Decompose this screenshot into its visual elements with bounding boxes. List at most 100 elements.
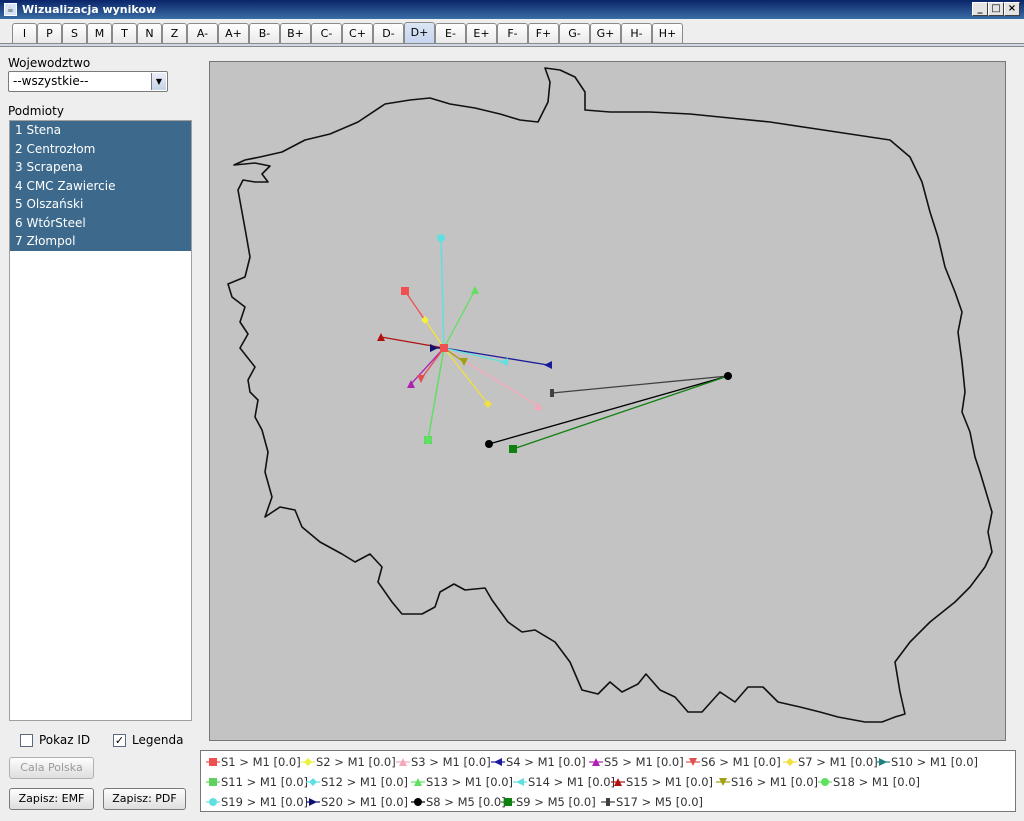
route-marker-s14 xyxy=(500,358,508,366)
tab-a-plus[interactable]: A+ xyxy=(218,23,249,44)
tab-c-minus[interactable]: C- xyxy=(311,23,342,44)
podmioty-list[interactable]: 1 Stena 2 Centrozłom 3 Scrapena 4 CMC Zawie… xyxy=(9,120,192,721)
legend-marker-shape xyxy=(516,778,524,786)
route-line-s13 xyxy=(443,289,476,349)
checkbox-box[interactable] xyxy=(20,734,33,747)
legend-label: S14 > M1 [0.0] xyxy=(528,775,616,789)
legend-marker-shape xyxy=(209,798,217,806)
route-line-s2 xyxy=(424,319,445,349)
minimize-button[interactable]: _ xyxy=(972,2,988,16)
pokaz-id-label: Pokaz ID xyxy=(39,733,91,747)
tab-divider xyxy=(0,43,1024,47)
legend-marker-icon xyxy=(306,798,320,806)
legend-marker-shape xyxy=(209,778,217,786)
legend-marker-shape xyxy=(879,758,887,766)
tab-a-minus[interactable]: A- xyxy=(187,23,218,44)
route-line-s19 xyxy=(440,237,445,349)
tab-d-minus[interactable]: D- xyxy=(373,23,404,44)
legend-marker-shape xyxy=(494,758,502,766)
legend-label: S8 > M5 [0.0] xyxy=(426,795,506,809)
route-line-s8 xyxy=(488,375,729,445)
legend-label: S15 > M1 [0.0] xyxy=(626,775,714,789)
legend-marker-icon xyxy=(396,758,410,766)
tab-f-minus[interactable]: F- xyxy=(497,23,528,44)
tab-p[interactable]: P xyxy=(37,23,62,44)
tab-h-plus[interactable]: H+ xyxy=(652,23,683,44)
podmioty-label: Podmioty xyxy=(8,104,64,118)
route-line-s6 xyxy=(420,347,445,380)
tab-c-plus[interactable]: C+ xyxy=(342,23,373,44)
legend-label: S5 > M1 [0.0] xyxy=(604,755,684,769)
wojewodztwo-label: Wojewodztwo xyxy=(8,56,91,70)
tab-g-minus[interactable]: G- xyxy=(559,23,590,44)
title-bar: ☕ Wizualizacja wynikow _ □ × xyxy=(0,0,1024,19)
legend-label: S18 > M1 [0.0] xyxy=(833,775,921,789)
legend-marker-icon xyxy=(686,758,700,766)
tab-i[interactable]: I xyxy=(12,23,37,44)
tab-h-minus[interactable]: H- xyxy=(621,23,652,44)
tab-f-plus[interactable]: F+ xyxy=(528,23,559,44)
route-marker-s13 xyxy=(471,286,479,294)
java-app-icon: ☕ xyxy=(4,3,17,16)
tab-b-plus[interactable]: B+ xyxy=(280,23,311,44)
hub-marker-m1 xyxy=(440,344,448,352)
legend-label: S3 > M1 [0.0] xyxy=(411,755,491,769)
legend-label: S12 > M1 [0.0] xyxy=(321,775,409,789)
route-line-s4 xyxy=(443,347,549,366)
tab-b-minus[interactable]: B- xyxy=(249,23,280,44)
list-item[interactable]: 1 Stena xyxy=(10,121,191,140)
chevron-down-icon[interactable]: ▼ xyxy=(151,73,166,90)
legend-marker-shape xyxy=(606,798,610,806)
list-item[interactable]: 2 Centrozłom xyxy=(10,139,191,158)
route-marker-s6 xyxy=(417,375,425,383)
route-marker-s20 xyxy=(430,344,438,352)
list-item[interactable]: 6 WtórSteel xyxy=(10,213,191,232)
route-marker-s4 xyxy=(544,361,552,369)
tab-strip: I P S M T N Z A- A+ B- B+ C- C+ D- D+ E- E+ F- F+ G- G+ H- H+ xyxy=(0,22,1024,45)
legend-marker-icon xyxy=(501,798,515,806)
legend-marker-icon xyxy=(301,758,315,766)
legend-marker-shape xyxy=(504,798,512,806)
list-item[interactable]: 5 Olszański xyxy=(10,195,191,214)
cala-polska-button[interactable]: Cala Polska xyxy=(9,757,94,779)
tab-t[interactable]: T xyxy=(112,23,137,44)
legend-label: S10 > M1 [0.0] xyxy=(891,755,979,769)
route-marker-s1 xyxy=(401,287,409,295)
tab-d-plus[interactable]: D+ xyxy=(404,22,435,45)
close-button[interactable]: × xyxy=(1004,2,1020,16)
legend-marker-icon xyxy=(306,778,320,786)
maximize-button[interactable]: □ xyxy=(988,2,1004,16)
tab-e-minus[interactable]: E- xyxy=(435,23,466,44)
tab-e-plus[interactable]: E+ xyxy=(466,23,497,44)
legend-label: S17 > M5 [0.0] xyxy=(616,795,704,809)
hub-marker-m5 xyxy=(724,372,732,380)
legend-panel: S1 > M1 [0.0] S2 > M1 [0.0] S3 > M1 [0.0] S… xyxy=(200,750,1016,812)
tab-g-plus[interactable]: G+ xyxy=(590,23,621,44)
tab-s[interactable]: S xyxy=(62,23,87,44)
legend-label: S13 > M1 [0.0] xyxy=(426,775,514,789)
zapisz-pdf-button[interactable]: Zapisz: PDF xyxy=(103,788,186,810)
tab-n[interactable]: N xyxy=(137,23,162,44)
list-item[interactable]: 4 CMC Zawiercie xyxy=(10,176,191,195)
route-marker-s17 xyxy=(550,389,554,397)
window-title: Wizualizacja wynikow xyxy=(22,3,157,16)
legend-label: S16 > M1 [0.0] xyxy=(731,775,819,789)
checkbox-box[interactable]: ✓ xyxy=(113,734,126,747)
tab-m[interactable]: M xyxy=(87,23,112,44)
list-item[interactable]: 3 Scrapena xyxy=(10,158,191,177)
legend-marker-icon xyxy=(783,758,797,766)
legend-marker-icon xyxy=(411,798,425,806)
zapisz-emf-button[interactable]: Zapisz: EMF xyxy=(9,788,94,810)
map-panel[interactable] xyxy=(209,61,1006,741)
tab-z[interactable]: Z xyxy=(162,23,187,44)
legend-marker-icon xyxy=(491,758,505,766)
legend-label: S7 > M1 [0.0] xyxy=(798,755,878,769)
map-canvas[interactable] xyxy=(210,62,1005,740)
legend-label: S11 > M1 [0.0] xyxy=(221,775,309,789)
list-item[interactable]: 7 Złompol xyxy=(10,232,191,251)
wojewodztwo-select[interactable]: --wszystkie-- ▼ xyxy=(8,71,168,92)
legend-marker-shape xyxy=(309,778,317,786)
legend-label: S6 > M1 [0.0] xyxy=(701,755,781,769)
legend-marker-shape xyxy=(821,778,829,786)
route-line-s18 xyxy=(427,347,445,441)
